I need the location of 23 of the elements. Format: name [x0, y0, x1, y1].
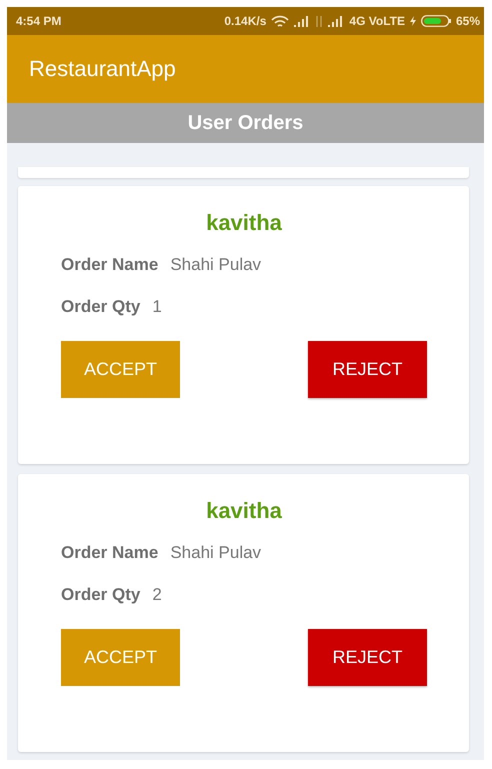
status-time: 4:54 PM [16, 14, 62, 28]
network-speed: 0.14K/s [224, 14, 266, 28]
wifi-icon [271, 14, 290, 28]
battery-percent: 65% [456, 14, 480, 28]
signal-icon [328, 16, 344, 26]
field-value: 1 [152, 297, 162, 317]
section-title: User Orders [188, 112, 304, 134]
customer-name: kavitha [206, 210, 282, 236]
battery-icon [420, 15, 451, 27]
field-value: Shahi Pulav [170, 543, 262, 563]
network-type: 4G VoLTE [349, 14, 405, 28]
reject-button[interactable]: REJECT [308, 629, 427, 686]
field-value: Shahi Pulav [170, 255, 262, 275]
field-label: Order Name [61, 543, 158, 563]
field-label: Order Qty [61, 585, 140, 605]
field-label: Order Name [61, 255, 158, 275]
signal-icon [294, 16, 310, 26]
charging-icon [410, 16, 416, 26]
customer-name: kavitha [206, 498, 282, 524]
field-value: 2 [152, 585, 162, 605]
app-title: RestaurantApp [29, 56, 176, 82]
reject-button[interactable]: REJECT [308, 341, 427, 398]
field-label: Order Qty [61, 297, 140, 317]
